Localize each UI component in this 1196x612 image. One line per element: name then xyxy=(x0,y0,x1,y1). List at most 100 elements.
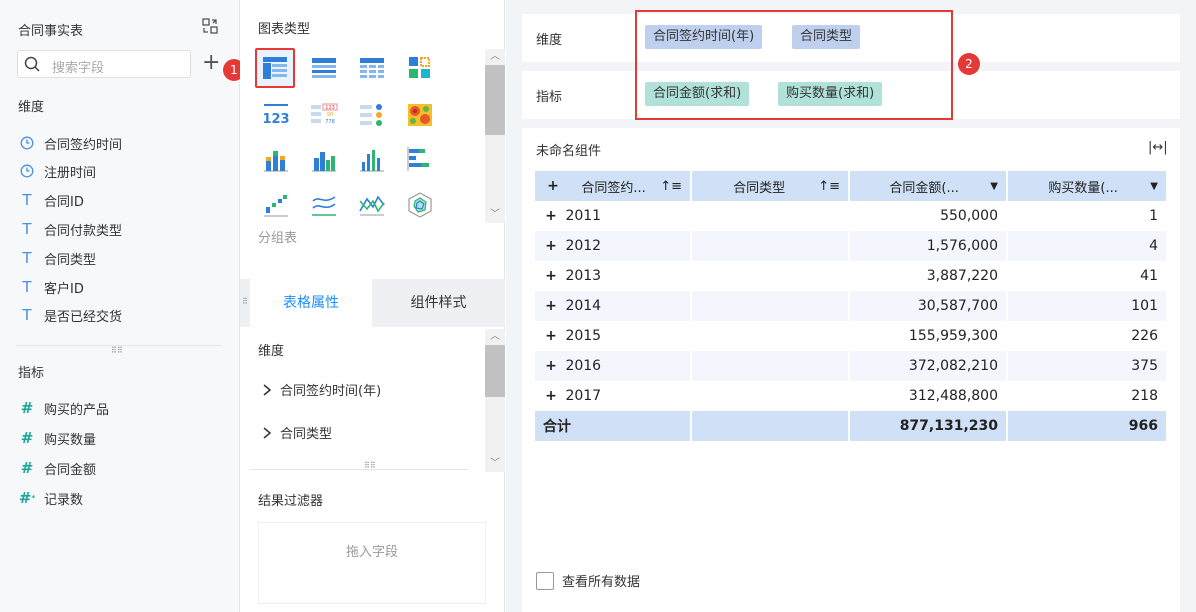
scroll-thumb[interactable] xyxy=(485,345,505,397)
field-label: 合同金额 xyxy=(44,462,97,478)
search-placeholder: 搜索字段 xyxy=(52,61,105,76)
chart-type-stacked-bar[interactable] xyxy=(261,144,291,174)
expand-row-icon[interactable]: + xyxy=(541,328,561,344)
row-header-cell[interactable]: + 2013 xyxy=(535,261,692,291)
column-header-label: 合同金额(... xyxy=(889,180,959,196)
prop-item-sign-time-year[interactable]: 合同签约时间(年) xyxy=(262,380,381,399)
row-header-cell[interactable]: + 2016 xyxy=(535,351,692,381)
svg-text:90: 90 xyxy=(327,112,333,118)
expand-row-icon[interactable]: + xyxy=(541,388,561,404)
chart-type-heatmap[interactable] xyxy=(405,100,435,130)
expand-row-icon[interactable]: + xyxy=(541,268,561,284)
tab-table-properties[interactable]: 表格属性 xyxy=(250,279,372,327)
table-row: + 2013 3,887,220 41 xyxy=(535,261,1166,291)
panel-splitter[interactable] xyxy=(250,469,468,470)
clock-icon xyxy=(18,136,36,150)
field-item-contract-amount[interactable]: # 合同金额 xyxy=(18,457,96,479)
kpi-icon: 123 xyxy=(263,104,289,127)
chart-type-text[interactable]: 123 90 778 xyxy=(309,100,339,130)
sort-desc-icon[interactable]: ▼ xyxy=(1150,181,1158,192)
field-item-purchased-products[interactable]: # 购买的产品 xyxy=(18,397,109,419)
expand-row-icon[interactable]: + xyxy=(541,298,561,314)
chart-type-radar[interactable] xyxy=(405,190,435,220)
dot-matrix-icon xyxy=(360,104,382,126)
field-item-contract-sign-time[interactable]: 合同签约时间 xyxy=(18,132,122,154)
field-item-delivered[interactable]: T 是否已经交货 xyxy=(18,304,122,326)
text-type-icon: T xyxy=(22,220,32,238)
sort-icon[interactable]: ↑≡ xyxy=(818,179,840,194)
text-type-icon: T xyxy=(22,249,32,267)
chart-type-dot-matrix[interactable] xyxy=(357,100,387,130)
field-label: 是否已经交货 xyxy=(44,309,123,325)
column-width-icon[interactable]: |↔| xyxy=(1148,140,1168,155)
column-header-contract-type[interactable]: 合同类型 ↑≡ xyxy=(691,171,850,201)
number-type-icon: # xyxy=(20,459,34,477)
chart-type-column[interactable] xyxy=(357,144,387,174)
chart-types-title: 图表类型 xyxy=(258,22,311,37)
total-label: 合计 xyxy=(535,411,692,441)
chart-type-scatter[interactable] xyxy=(261,190,291,220)
scroll-up-icon[interactable]: ︿ xyxy=(485,49,505,65)
scroll-thumb[interactable] xyxy=(485,65,505,135)
row-header-cell[interactable]: + 2011 xyxy=(535,201,692,231)
expand-row-icon[interactable]: + xyxy=(541,238,561,254)
total-row: 合计 877,131,230 966 xyxy=(535,411,1166,441)
property-scrollbar[interactable]: ︿ ﹀ xyxy=(485,329,505,472)
chart-type-custom[interactable] xyxy=(405,53,435,83)
scroll-up-icon[interactable]: ︿ xyxy=(485,329,505,345)
chart-type-horizontal-bar[interactable] xyxy=(405,144,435,174)
highlight-box xyxy=(635,10,953,120)
column-header-sign-year[interactable]: + 合同签约... ↑≡ xyxy=(535,171,692,201)
chart-type-grouped-bar[interactable] xyxy=(309,144,339,174)
show-all-data-toggle[interactable]: 查看所有数据 xyxy=(536,571,640,590)
row-header-cell[interactable]: + 2014 xyxy=(535,291,692,321)
sort-desc-icon[interactable]: ▼ xyxy=(990,181,998,192)
splitter-grip-icon[interactable]: ⠿⠿ xyxy=(111,347,123,355)
sort-icon[interactable]: ↑≡ xyxy=(660,179,682,194)
field-item-record-count[interactable]: # * 记录数 xyxy=(18,487,83,509)
heatmap-icon xyxy=(408,104,432,126)
splitter-grip-icon[interactable]: ⠿⠿ xyxy=(364,462,376,470)
drag-handle-icon[interactable]: ⠿ xyxy=(242,298,248,306)
scroll-down-icon[interactable]: ﹀ xyxy=(485,207,505,223)
add-field-button[interactable]: + xyxy=(202,52,220,74)
chart-type-group-table[interactable] xyxy=(255,48,295,88)
widget-title[interactable]: 未命名组件 xyxy=(536,140,601,159)
field-item-purchase-qty[interactable]: # 购买数量 xyxy=(18,427,96,449)
prop-dimension-label: 维度 xyxy=(258,344,285,359)
expand-row-icon[interactable]: + xyxy=(541,208,561,224)
field-item-payment-type[interactable]: T 合同付款类型 xyxy=(18,218,122,240)
checkbox[interactable] xyxy=(536,571,554,590)
switch-dataset-icon[interactable] xyxy=(201,17,219,35)
field-item-contract-type[interactable]: T 合同类型 xyxy=(18,247,96,269)
chart-type-cross-table[interactable] xyxy=(357,53,387,83)
field-label: 合同ID xyxy=(44,194,84,210)
chart-type-detail-table[interactable] xyxy=(309,53,339,83)
field-item-customer-id[interactable]: T 客户ID xyxy=(18,276,83,298)
field-label: 合同类型 xyxy=(44,252,97,268)
expand-all-icon[interactable]: + xyxy=(543,178,563,194)
filter-drop-zone[interactable]: 拖入字段 xyxy=(258,522,486,604)
chart-type-line[interactable] xyxy=(309,190,339,220)
scroll-down-icon[interactable]: ﹀ xyxy=(485,456,505,472)
column-header-amount[interactable]: 合同金额(... ▼ xyxy=(849,171,1008,201)
field-item-register-time[interactable]: 注册时间 xyxy=(18,160,96,182)
field-item-contract-id[interactable]: T 合同ID xyxy=(18,189,84,211)
row-year: 2015 xyxy=(565,328,602,344)
column-header-qty[interactable]: 购买数量(... ▼ xyxy=(1007,171,1166,201)
chart-type-kpi[interactable]: 123 xyxy=(261,100,291,130)
row-header-cell[interactable]: + 2017 xyxy=(535,381,692,411)
text-type-icon: T xyxy=(22,278,32,296)
table-row: + 2012 1,576,000 4 xyxy=(535,231,1166,261)
row-header-cell[interactable]: + 2015 xyxy=(535,321,692,351)
row-year: 2011 xyxy=(565,208,602,224)
text-type-icon: T xyxy=(22,306,32,324)
chart-type-area-line[interactable] xyxy=(357,190,387,220)
expand-row-icon[interactable]: + xyxy=(541,358,561,374)
chart-type-scrollbar[interactable]: ︿ ﹀ xyxy=(485,49,505,223)
field-search-input[interactable]: 搜索字段 xyxy=(17,50,191,78)
row-header-cell[interactable]: + 2012 xyxy=(535,231,692,261)
dataset-title: 合同事实表 xyxy=(18,24,84,39)
tab-component-style[interactable]: 组件样式 xyxy=(372,279,505,327)
prop-item-contract-type[interactable]: 合同类型 xyxy=(262,423,332,442)
